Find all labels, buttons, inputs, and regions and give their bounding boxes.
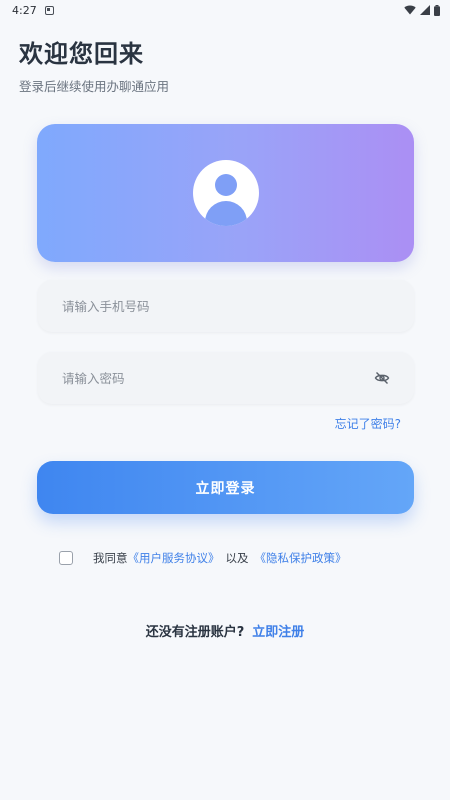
register-prompt: 还没有注册账户? [145,625,245,640]
status-right [404,4,440,16]
page-subtitle: 登录后继续使用办聊通应用 [19,79,170,94]
agreement-checkbox[interactable] [59,551,73,565]
signal-icon [420,5,430,15]
phone-input[interactable] [62,298,390,314]
page-title: 欢迎您回来 [19,40,144,68]
password-field [38,352,414,404]
terms-link[interactable]: 《用户服务协议》 [128,550,220,566]
status-bar: 4:27 [0,0,450,20]
agreement-row: 我同意 《用户服务协议》 以及 《隐私保护政策》 [59,549,347,567]
avatar-body [204,201,247,226]
password-input[interactable] [62,370,374,386]
login-button[interactable]: 立即登录 [37,461,414,514]
forgot-password-link[interactable]: 忘记了密码? [335,415,401,432]
status-left: 4:27 [12,4,54,17]
agreement-connector: 以及 [225,551,249,565]
register-link[interactable]: 立即注册 [252,621,304,640]
phone-field [38,280,414,332]
login-screen: 4:27 欢迎您回来 登录后继续使用办聊通应用 请输入手机号码 忘记了密码? 立… [0,0,450,800]
battery-icon [434,4,440,16]
hero-card [37,124,414,262]
eye-off-icon[interactable] [374,370,390,386]
user-avatar-icon [192,160,259,226]
status-time: 4:27 [12,3,37,17]
avatar-head [214,174,237,196]
agreement-prefix: 我同意 [93,551,128,565]
register-row: 还没有注册账户? 立即注册 [0,621,450,640]
privacy-link[interactable]: 《隐私保护政策》 [255,550,347,566]
wifi-icon [404,5,416,15]
notification-icon [44,5,54,15]
